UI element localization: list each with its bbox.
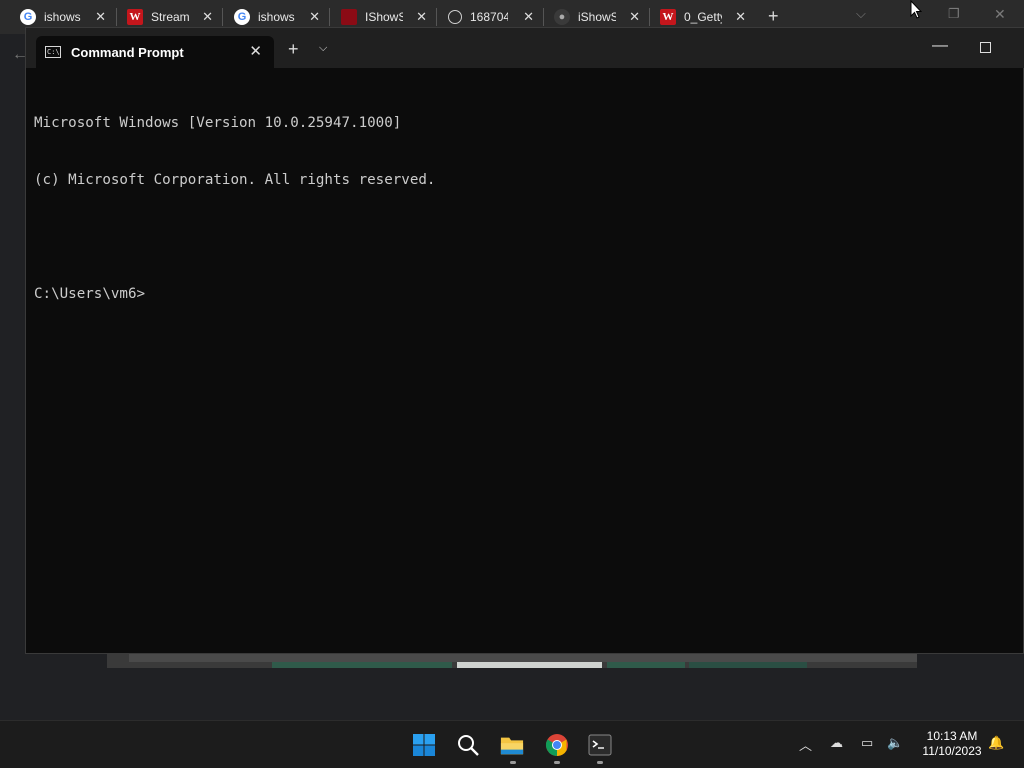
taskbar: ︿ ☁ ▭ 🔈 10:13 AM 11/10/2023 🔔 <box>0 720 1024 768</box>
terminal-title-bar: C:\ Command Prompt ✕ + ⌵ — <box>26 28 1024 68</box>
start-icon[interactable] <box>412 733 436 757</box>
close-tab-icon[interactable]: ✕ <box>523 9 534 25</box>
notification-bell-icon[interactable]: 🔔 <box>988 735 1004 751</box>
onedrive-icon[interactable]: ☁ <box>830 735 843 751</box>
github-icon: ● <box>554 9 570 25</box>
tab-divider <box>436 8 437 26</box>
new-tab-button[interactable]: + <box>288 39 299 60</box>
browser-tab-title: iShowS <box>578 10 616 24</box>
close-tab-icon[interactable]: ✕ <box>249 42 262 60</box>
tab-divider <box>543 8 544 26</box>
chevron-down-icon[interactable]: ⌵ <box>319 42 327 55</box>
restore-icon[interactable]: ❐ <box>948 6 960 22</box>
console-line: Microsoft Windows [Version 10.0.25947.10… <box>34 115 402 131</box>
thumbnail-image <box>689 662 807 668</box>
chevron-up-icon[interactable]: ︿ <box>799 735 812 754</box>
w-logo-icon: W <box>127 9 143 25</box>
close-tab-icon[interactable]: ✕ <box>202 9 213 25</box>
thumbnail-image <box>607 662 685 668</box>
running-indicator <box>510 761 516 764</box>
minimize-button[interactable]: — <box>932 37 948 55</box>
google-icon: G <box>20 9 36 25</box>
console-line: (c) Microsoft Corporation. All rights re… <box>34 172 436 188</box>
file-explorer-icon[interactable] <box>500 733 524 757</box>
browser-tab[interactable]: ● iShowS ✕ <box>554 6 640 28</box>
google-icon: G <box>234 9 250 25</box>
tab-divider <box>116 8 117 26</box>
close-tab-icon[interactable]: ✕ <box>95 9 106 25</box>
browser-tab-title: ishows <box>258 10 295 24</box>
browser-tab-title: 168704 <box>470 10 508 24</box>
close-tab-icon[interactable]: ✕ <box>735 9 746 25</box>
running-indicator <box>554 761 560 764</box>
thumbnail-image <box>457 662 602 668</box>
thumbnail-image <box>272 662 452 668</box>
volume-icon[interactable]: 🔈 <box>887 735 903 751</box>
clock-time: 10:13 AM <box>926 729 978 743</box>
browser-tab-title: 0_Getty <box>684 10 722 24</box>
close-tab-icon[interactable]: ✕ <box>416 9 427 25</box>
browser-tab-title: ishows <box>44 10 81 24</box>
browser-tab[interactable]: 168704 ✕ <box>448 6 534 28</box>
mouse-cursor-icon <box>910 0 923 24</box>
terminal-window: C:\ Command Prompt ✕ + ⌵ — Microsoft Win… <box>25 27 1024 654</box>
browser-tab[interactable]: G ishows ✕ <box>20 6 106 28</box>
close-tab-icon[interactable]: ✕ <box>309 9 320 25</box>
browser-tab-title: Stream <box>151 10 189 24</box>
browser-tab[interactable]: IShowS ✕ <box>341 6 427 28</box>
console-output[interactable]: Microsoft Windows [Version 10.0.25947.10… <box>34 76 435 342</box>
tab-divider <box>649 8 650 26</box>
tab-search-icon[interactable]: ⌵ <box>856 6 866 22</box>
close-window-icon[interactable]: ✕ <box>994 6 1006 23</box>
browser-tab[interactable]: W Stream ✕ <box>127 6 213 28</box>
close-tab-icon[interactable]: ✕ <box>629 9 640 25</box>
cmd-icon: C:\ <box>45 46 61 58</box>
tab-divider <box>222 8 223 26</box>
w-logo-icon: W <box>660 9 676 25</box>
command-prompt-line: C:\Users\vm6> <box>34 286 146 302</box>
red-square-icon <box>341 9 357 25</box>
running-indicator <box>597 761 603 764</box>
network-icon[interactable]: ▭ <box>861 735 873 751</box>
terminal-icon[interactable] <box>588 733 612 757</box>
search-icon[interactable] <box>456 733 480 757</box>
chrome-icon[interactable] <box>545 733 569 757</box>
system-clock[interactable]: 10:13 AM 11/10/2023 <box>912 729 992 759</box>
browser-tab[interactable]: G ishows ✕ <box>234 6 320 28</box>
globe-icon <box>448 10 462 24</box>
browser-tab-title: IShowS <box>365 10 403 24</box>
tab-title: Command Prompt <box>71 44 184 60</box>
clock-date: 11/10/2023 <box>922 744 982 758</box>
tab-divider <box>329 8 330 26</box>
browser-tab[interactable]: W 0_Getty ✕ <box>660 6 746 28</box>
tab-command-prompt[interactable]: C:\ Command Prompt ✕ <box>36 36 274 68</box>
maximize-button[interactable] <box>980 42 991 53</box>
new-tab-button[interactable]: + <box>768 6 779 27</box>
